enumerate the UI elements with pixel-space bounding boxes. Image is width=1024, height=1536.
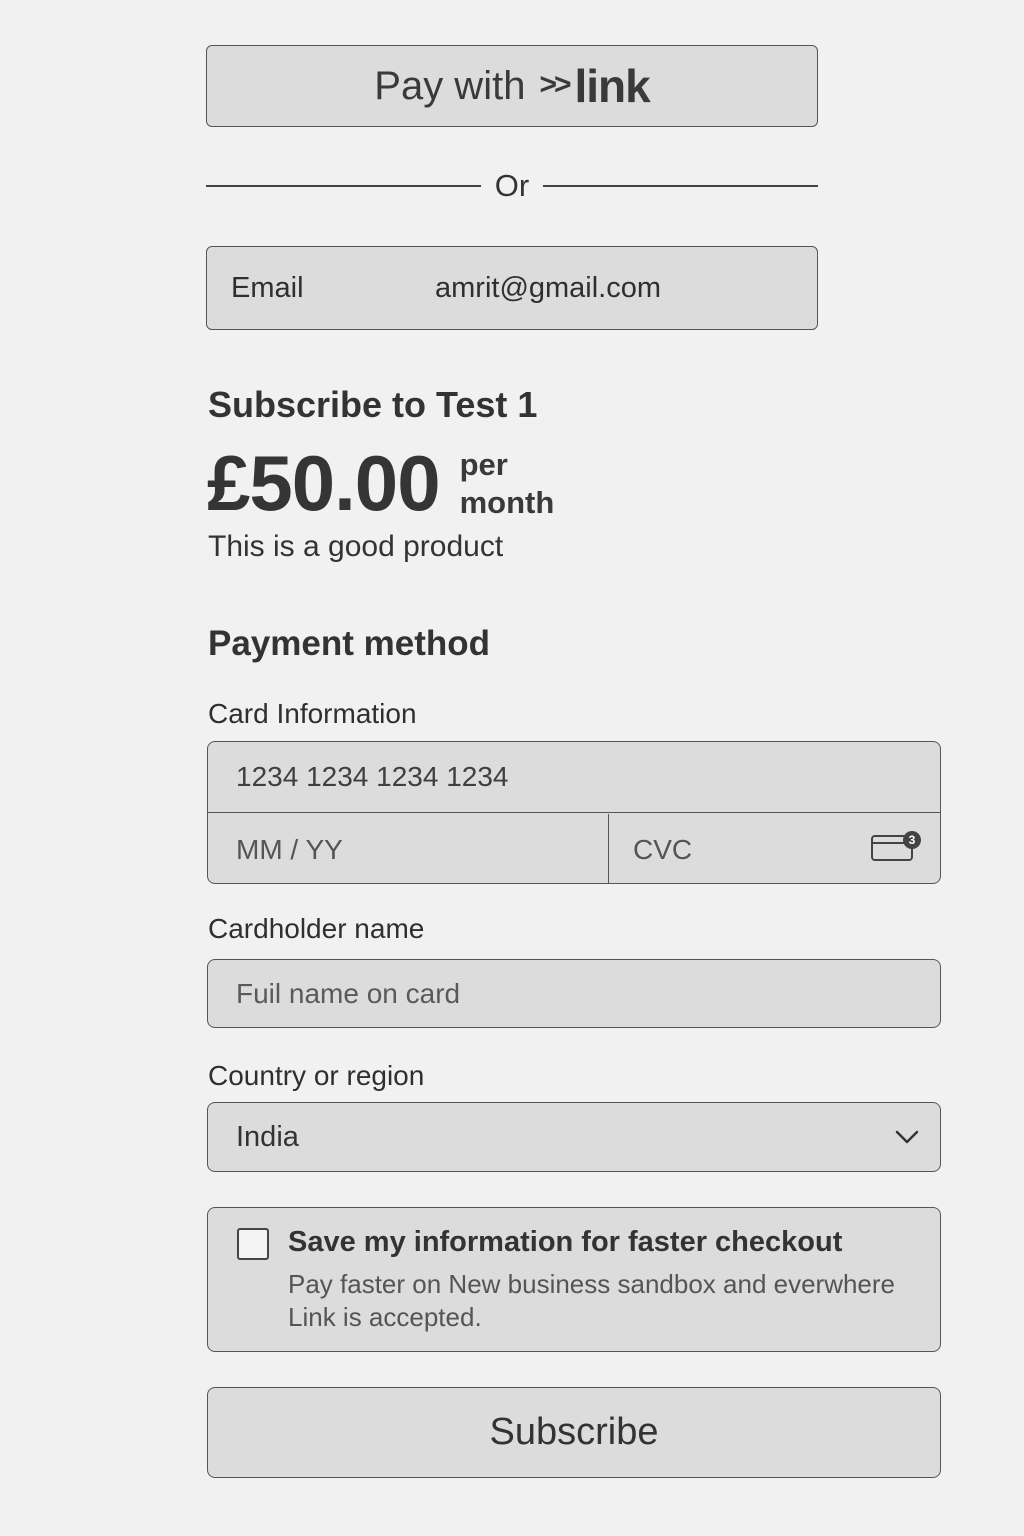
chevron-down-icon [895,1130,919,1144]
divider-line-left [206,185,481,187]
checkout-page: Pay with >> link Or Email amrit@gmail.co… [0,0,1024,1536]
pay-with-link-button[interactable]: Pay with >> link [206,45,818,127]
or-divider: Or [206,166,818,206]
card-information-group: 1234 1234 1234 1234 MM / YY CVC 3 [207,741,941,884]
card-cvc-input[interactable]: CVC 3 [609,814,940,883]
card-cvc-icon: 3 [871,831,921,861]
country-select[interactable]: India [207,1102,941,1172]
link-logo: link [574,60,650,112]
price-period-per: per [459,447,508,482]
price-period-month: month [459,485,555,520]
save-info-title: Save my information for faster checkout [288,1226,843,1258]
save-info-panel: Save my information for faster checkout … [207,1207,941,1352]
save-info-description: Pay faster on New business sandbox and e… [288,1269,896,1332]
cvc-placeholder: CVC [633,833,693,865]
product-title: Subscribe to Test 1 [208,384,538,425]
link-chevrons-icon: >> [539,68,571,101]
or-text: Or [494,168,530,203]
country-region-label: Country or region [208,1060,425,1091]
pay-with-label: Pay with [374,63,526,108]
price-amount: £50.00 [207,439,441,527]
cardholder-name-label: Cardholder name [208,913,425,944]
card-number-input[interactable]: 1234 1234 1234 1234 [208,742,940,813]
price-period: per month [460,446,580,522]
payment-method-title: Payment method [208,624,490,663]
email-value[interactable]: amrit@gmail.com [435,272,661,305]
cvc-badge-number: 3 [909,833,916,847]
divider-line-right [543,185,818,187]
subscribe-button[interactable]: Subscribe [207,1387,941,1478]
save-info-checkbox[interactable] [237,1228,269,1260]
card-information-label: Card Information [208,698,417,729]
country-value: India [236,1120,299,1153]
price-row: £50.00 per month [207,440,580,526]
product-description: This is a good product [208,530,504,563]
email-field[interactable]: Email amrit@gmail.com [206,246,818,330]
cardholder-name-input[interactable]: Fuil name on card [207,959,941,1028]
email-label: Email [231,271,304,304]
card-expiry-input[interactable]: MM / YY [208,814,609,883]
